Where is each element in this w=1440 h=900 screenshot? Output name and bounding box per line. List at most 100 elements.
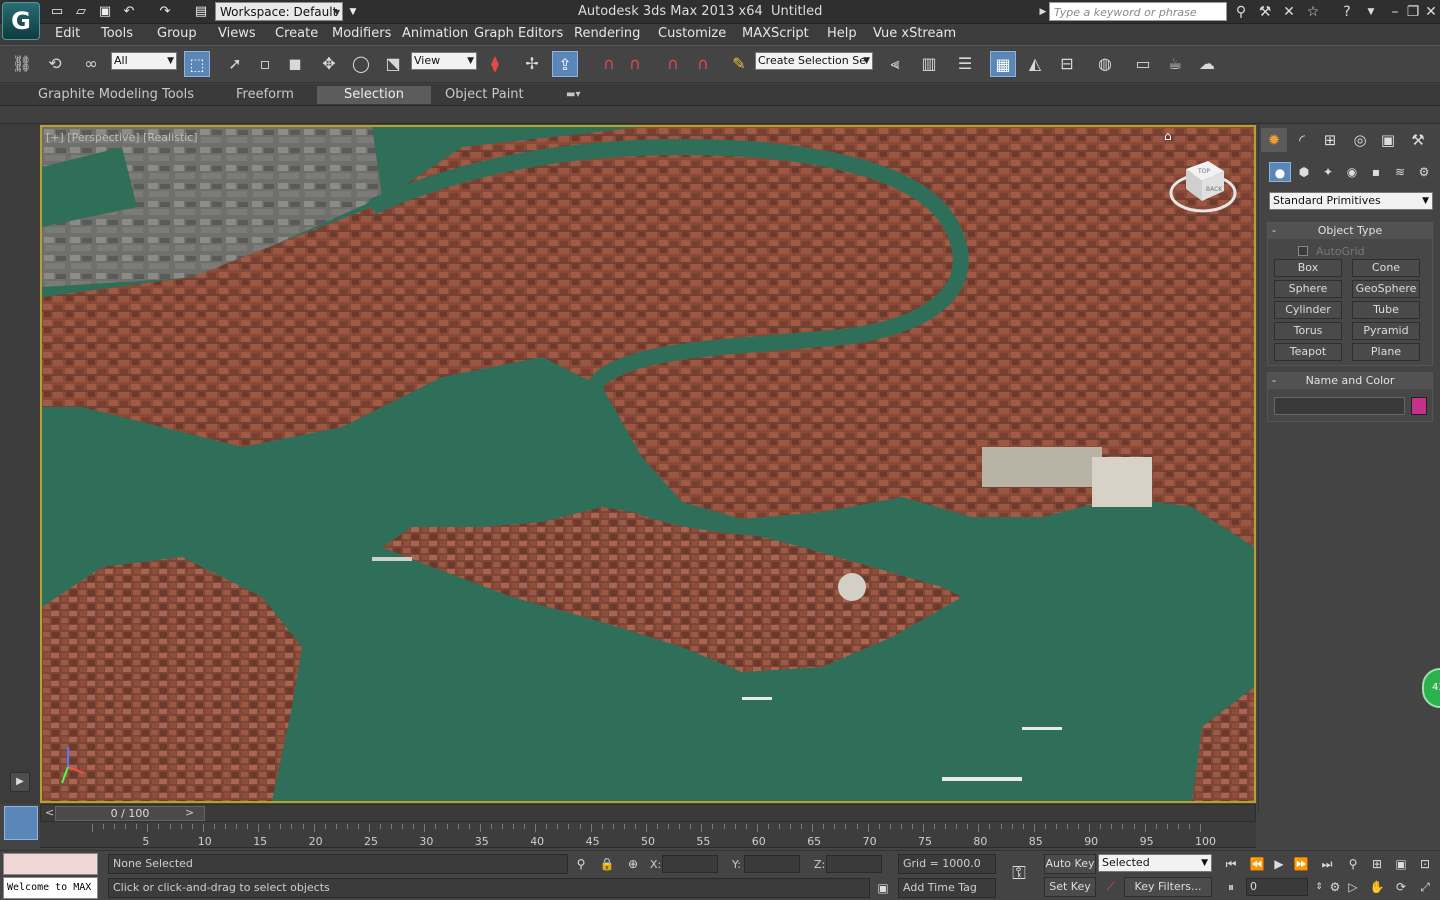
snaps-toggle-icon[interactable]: ∩ xyxy=(596,51,622,77)
menu-vue-xstream[interactable]: Vue xStream xyxy=(873,26,956,41)
menu-tools[interactable]: Tools xyxy=(101,26,133,41)
percent-snap-icon[interactable]: ∩ xyxy=(660,51,686,77)
tube-button[interactable]: Tube xyxy=(1352,301,1420,319)
search-input[interactable]: Type a keyword or phrase xyxy=(1049,2,1227,21)
isolate-selection-icon[interactable]: ⚲ xyxy=(572,855,590,873)
geometry-icon[interactable]: ● xyxy=(1269,162,1291,182)
render-setup-icon[interactable]: ▭ xyxy=(1130,51,1156,77)
cone-button[interactable]: Cone xyxy=(1352,259,1420,277)
time-slider-next[interactable]: > xyxy=(185,806,194,819)
go-to-start-icon[interactable]: ⏮ xyxy=(1222,855,1240,873)
viewcube[interactable]: TOP BACK xyxy=(1168,155,1238,225)
minimize-icon[interactable]: – xyxy=(1386,3,1404,21)
menu-graph-editors[interactable]: Graph Editors xyxy=(474,26,563,41)
link-icon[interactable]: ⛓ xyxy=(9,51,35,77)
time-slider-thumb[interactable]: 0 / 100 xyxy=(55,806,205,821)
menu-modifiers[interactable]: Modifiers xyxy=(332,26,391,41)
pyramid-button[interactable]: Pyramid xyxy=(1352,322,1420,340)
set-key-button[interactable]: Set Key xyxy=(1044,877,1096,897)
select-and-move-icon[interactable]: ✥ xyxy=(316,51,342,77)
close-icon[interactable]: ✕ xyxy=(1422,3,1440,21)
subscription-icon[interactable]: ⚒ xyxy=(1256,3,1274,21)
systems-icon[interactable]: ⚙ xyxy=(1413,162,1435,182)
current-frame-input[interactable]: 0 xyxy=(1246,878,1308,896)
menu-maxscript[interactable]: MAXScript xyxy=(742,26,809,41)
select-and-scale-icon[interactable]: ⬔ xyxy=(380,51,406,77)
layer-manager-icon[interactable]: ☰ xyxy=(952,51,978,77)
absolute-transform-icon[interactable]: ⊕ xyxy=(624,855,642,873)
autogrid-checkbox[interactable]: AutoGrid xyxy=(1298,245,1365,258)
restore-icon[interactable]: ❐ xyxy=(1404,3,1422,21)
create-tab-icon[interactable]: ✹ xyxy=(1261,128,1287,152)
time-configuration-icon[interactable]: ⚙ xyxy=(1326,878,1344,896)
help-dropdown-icon[interactable]: ▼ xyxy=(1362,3,1380,21)
ribbon-options-icon[interactable]: ▬▾ xyxy=(556,86,590,104)
go-to-end-icon[interactable]: ⏭ xyxy=(1318,855,1336,873)
track-bar[interactable]: 5 10 15 20 25 30 35 40 45 50 55 60 65 70 75 80 85 90 95 100 xyxy=(40,822,1256,848)
orbit-icon[interactable]: ⟳ xyxy=(1392,878,1410,896)
material-editor-icon[interactable]: ◍ xyxy=(1092,51,1118,77)
tab-selection[interactable]: Selection xyxy=(317,86,431,104)
home-icon[interactable]: ⌂ xyxy=(1164,129,1172,143)
select-by-name-icon[interactable]: ➚ xyxy=(222,51,248,77)
viewport-config-button[interactable] xyxy=(4,806,38,840)
selection-lock-icon[interactable]: 🔒 xyxy=(598,855,616,873)
maximize-viewport-icon[interactable]: ⤢ xyxy=(1416,878,1434,896)
help-icon[interactable]: ? xyxy=(1338,3,1356,21)
save-icon[interactable]: ▣ xyxy=(96,3,114,21)
teapot-button[interactable]: Teapot xyxy=(1274,343,1342,361)
display-tab-icon[interactable]: ▣ xyxy=(1375,128,1401,152)
graphite-toggle-icon[interactable]: ▦ xyxy=(990,51,1016,77)
menu-animation[interactable]: Animation xyxy=(402,26,468,41)
maxscript-output[interactable]: Welcome to MAX xyxy=(3,877,98,899)
select-and-rotate-icon[interactable]: ◯ xyxy=(348,51,374,77)
primitive-category-dropdown[interactable]: Standard Primitives ▼ xyxy=(1269,192,1433,210)
time-tag-icon[interactable]: ▣ xyxy=(874,879,892,897)
schematic-view-icon[interactable]: ⊟ xyxy=(1054,51,1080,77)
menu-edit[interactable]: Edit xyxy=(55,26,80,41)
maxscript-listener-input[interactable] xyxy=(3,853,98,875)
zoom-icon[interactable]: ⚲ xyxy=(1344,855,1362,873)
binoculars-icon[interactable]: ⚲ xyxy=(1232,3,1250,21)
keyboard-shortcut-override-icon[interactable]: ⇪ xyxy=(552,51,578,77)
helpers-icon[interactable]: ▪ xyxy=(1365,162,1387,182)
zoom-all-icon[interactable]: ⊞ xyxy=(1368,855,1386,873)
auto-key-button[interactable]: Auto Key xyxy=(1044,854,1096,874)
window-crossing-icon[interactable]: ◼ xyxy=(282,51,308,77)
favorites-star-icon[interactable]: ☆ xyxy=(1304,3,1322,21)
name-and-color-header[interactable]: - Name and Color xyxy=(1268,373,1432,389)
space-warps-icon[interactable]: ≋ xyxy=(1389,162,1411,182)
unlink-icon[interactable]: ⟲ xyxy=(42,51,68,77)
time-slider-prev[interactable]: < xyxy=(45,806,54,819)
render-production-icon[interactable]: ☁ xyxy=(1194,51,1220,77)
bind-space-warp-icon[interactable]: ∞ xyxy=(78,51,104,77)
key-icon[interactable]: ⚿ xyxy=(1010,865,1028,883)
angle-snap-icon[interactable]: ∩ xyxy=(622,51,648,77)
key-set-dropdown[interactable]: Selected ▼ xyxy=(1098,854,1212,872)
align-icon[interactable]: ▥ xyxy=(916,51,942,77)
new-file-icon[interactable]: ▭ xyxy=(48,3,66,21)
add-time-tag[interactable]: Add Time Tag xyxy=(898,878,996,898)
plane-button[interactable]: Plane xyxy=(1352,343,1420,361)
project-folder-icon[interactable]: ▤ xyxy=(192,3,210,21)
object-type-header[interactable]: - Object Type xyxy=(1268,223,1432,239)
curve-editor-icon[interactable]: ◭ xyxy=(1022,51,1048,77)
menu-help[interactable]: Help xyxy=(827,26,857,41)
key-filters-button[interactable]: Key Filters... xyxy=(1124,877,1212,897)
open-file-icon[interactable]: ▱ xyxy=(72,3,90,21)
motion-tab-icon[interactable]: ◎ xyxy=(1347,128,1373,152)
spinner-snap-icon[interactable]: ∩ xyxy=(690,51,716,77)
menu-customize[interactable]: Customize xyxy=(658,26,726,41)
named-selection-set-dropdown[interactable]: Create Selection Se ▼ xyxy=(755,52,873,70)
tab-graphite-modeling-tools[interactable]: Graphite Modeling Tools xyxy=(28,86,204,104)
object-color-swatch[interactable] xyxy=(1411,397,1427,415)
edit-named-selection-icon[interactable]: ✎ xyxy=(726,51,752,77)
zoom-extents-all-icon[interactable]: ⊡ xyxy=(1416,855,1434,873)
geosphere-button[interactable]: GeoSphere xyxy=(1352,280,1420,298)
menu-views[interactable]: Views xyxy=(218,26,256,41)
communication-center-icon[interactable]: ✕ xyxy=(1280,3,1298,21)
viewport-label[interactable]: [+] [Perspective] [Realistic] xyxy=(46,131,198,144)
hierarchy-tab-icon[interactable]: ⊞ xyxy=(1317,128,1343,152)
cylinder-button[interactable]: Cylinder xyxy=(1274,301,1342,319)
torus-button[interactable]: Torus xyxy=(1274,322,1342,340)
